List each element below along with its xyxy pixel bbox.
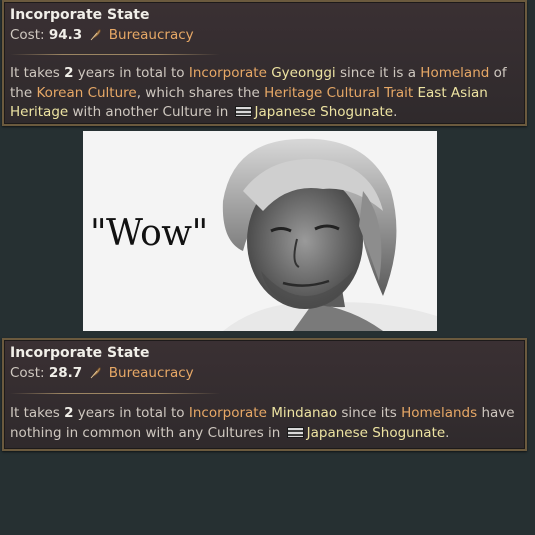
feather-quill-icon <box>91 367 102 379</box>
divider <box>10 393 220 394</box>
tooltip-body: It takes 2 years in total to Incorporate… <box>10 405 515 441</box>
country-flag-icon <box>286 426 304 438</box>
divider <box>10 54 220 55</box>
incorporate-link[interactable]: Incorporate <box>189 405 267 421</box>
cost-value: 28.7 <box>48 365 83 381</box>
cost-line: Cost: 94.3 Bureaucracy <box>10 27 194 43</box>
homelands-link[interactable]: Homelands <box>401 405 477 421</box>
incorporate-link[interactable]: Incorporate <box>189 65 267 81</box>
incorporate-state-tooltip: Incorporate State Cost: 28.7 Bureaucracy… <box>2 338 527 451</box>
years-count: 2 <box>64 65 74 81</box>
cultural-trait-link[interactable]: Heritage Cultural Trait <box>264 85 413 101</box>
tooltip-body: It takes 2 years in total to Incorporate… <box>10 65 507 120</box>
country-name[interactable]: Japanese Shogunate <box>255 104 394 120</box>
tooltip-title: Incorporate State <box>10 345 150 361</box>
bureaucracy-link[interactable]: Bureaucracy <box>109 27 194 43</box>
culture-link[interactable]: Korean Culture <box>36 85 136 101</box>
cost-line: Cost: 28.7 Bureaucracy <box>10 365 194 381</box>
tooltip-title: Incorporate State <box>10 7 150 23</box>
state-name[interactable]: Mindanao <box>271 405 337 421</box>
state-name[interactable]: Gyeonggi <box>271 65 335 81</box>
meme-caption: "Wow" <box>90 213 208 254</box>
country-name[interactable]: Japanese Shogunate <box>307 425 446 441</box>
cost-label: Cost: <box>10 365 45 381</box>
years-count: 2 <box>64 405 74 421</box>
cost-value: 94.3 <box>48 27 83 43</box>
bureaucracy-link[interactable]: Bureaucracy <box>109 365 194 381</box>
feather-quill-icon <box>91 29 102 41</box>
meme-image: "Wow" <box>83 131 437 331</box>
country-flag-icon <box>234 106 252 117</box>
cost-label: Cost: <box>10 27 45 43</box>
incorporate-state-tooltip: Incorporate State Cost: 94.3 Bureaucracy… <box>2 0 527 126</box>
homeland-link[interactable]: Homeland <box>420 65 489 81</box>
